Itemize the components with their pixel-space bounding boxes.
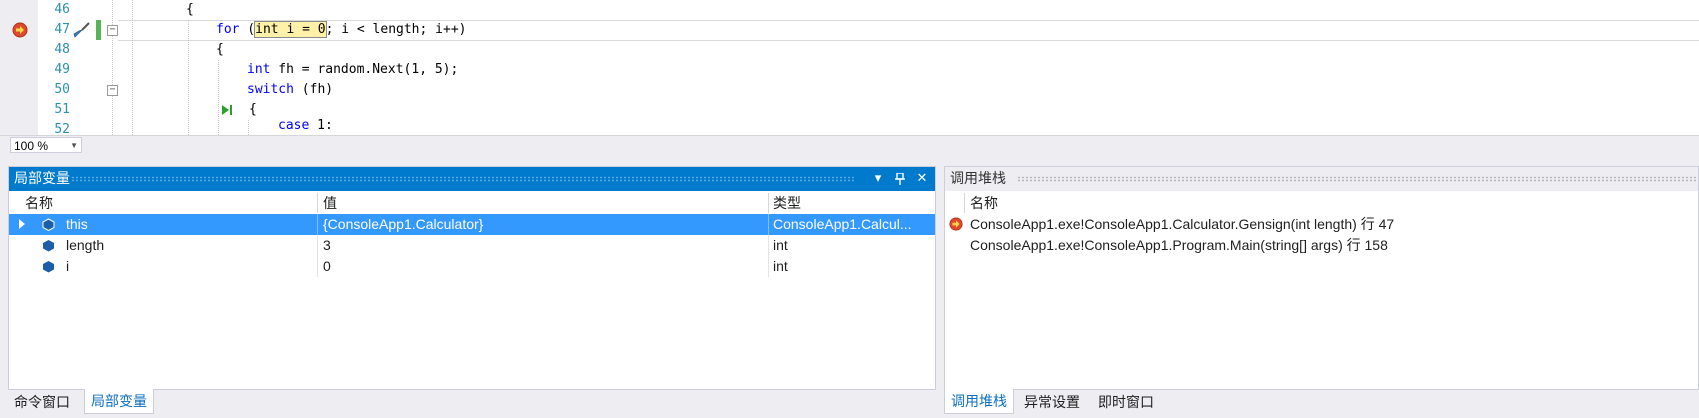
- column-header-name[interactable]: 名称: [970, 193, 998, 213]
- tab-exception-settings[interactable]: 异常设置: [1018, 390, 1086, 414]
- title-grip: [71, 176, 855, 182]
- indent-guide: [218, 60, 219, 135]
- cell-divider: [317, 256, 318, 277]
- outline-guide: [112, 96, 113, 135]
- close-icon[interactable]: ✕: [913, 167, 931, 191]
- variable-value: {ConsoleApp1.Calculator}: [323, 216, 484, 232]
- line-number: 50: [54, 82, 70, 97]
- line-number: 48: [54, 42, 70, 57]
- editor-status-bar: 100 % ▼: [0, 135, 1699, 154]
- current-statement-highlight: int i = 0: [254, 21, 327, 38]
- variable-name: i: [66, 258, 70, 274]
- frame-name: ConsoleApp1.exe!ConsoleApp1.Program.Main…: [970, 237, 1388, 253]
- variable-type: int: [773, 258, 788, 274]
- right-tab-strip: 调用堆栈 异常设置 即时窗口: [944, 389, 1699, 418]
- variable-value: 3: [323, 237, 331, 253]
- outline-guide: [112, 36, 113, 85]
- column-divider[interactable]: [964, 193, 965, 213]
- tab-immediate-window[interactable]: 即时窗口: [1092, 390, 1160, 414]
- call-stack-window[interactable]: 调用堆栈 名称 ConsoleApp1.exe!ConsoleApp1.Calc…: [944, 166, 1699, 390]
- code-editor[interactable]: 46 47 48 49 50 51 52 − − { for (int i = …: [0, 0, 1699, 135]
- cell-divider: [317, 235, 318, 256]
- line-number-gutter: 46 47 48 49 50 51 52: [38, 0, 118, 135]
- current-statement-arrow-icon: [12, 22, 28, 38]
- pane-title: 调用堆栈: [950, 171, 1006, 187]
- line-number: 46: [54, 2, 70, 17]
- column-divider[interactable]: [317, 193, 318, 213]
- column-header-name[interactable]: 名称: [25, 193, 53, 213]
- cell-divider: [768, 235, 769, 256]
- column-header-value[interactable]: 值: [323, 193, 337, 213]
- code-line[interactable]: switch (fh): [247, 80, 333, 100]
- zoom-value: 100 %: [14, 139, 49, 153]
- code-line[interactable]: int fh = random.Next(1, 5);: [247, 60, 458, 80]
- frame-name: ConsoleApp1.exe!ConsoleApp1.Calculator.G…: [970, 216, 1395, 232]
- call-stack-frame[interactable]: ConsoleApp1.exe!ConsoleApp1.Calculator.G…: [945, 214, 1698, 235]
- code-text: 1:: [309, 118, 333, 133]
- variable-type: int: [773, 237, 788, 253]
- line-number: 47: [54, 22, 70, 37]
- line-number: 51: [54, 102, 70, 117]
- code-text: fh = random.Next(1, 5);: [270, 62, 459, 77]
- cell-divider: [768, 256, 769, 277]
- expand-arrow-icon[interactable]: [19, 219, 25, 229]
- keyword: case: [278, 118, 310, 133]
- variable-name: length: [66, 237, 105, 253]
- change-tracking-bar: [96, 20, 101, 40]
- collapse-toggle[interactable]: −: [107, 85, 118, 96]
- line-number: 52: [54, 122, 70, 135]
- code-line[interactable]: {: [216, 40, 224, 60]
- collapse-toggle[interactable]: −: [107, 25, 118, 36]
- keyword: int: [247, 62, 271, 77]
- variable-icon: [43, 261, 54, 273]
- breakpoint-margin[interactable]: [0, 0, 39, 135]
- code-line[interactable]: {: [186, 0, 194, 20]
- column-divider[interactable]: [768, 193, 769, 213]
- tab-command-window[interactable]: 命令窗口: [8, 390, 76, 414]
- cell-divider: [317, 214, 318, 235]
- keyword: for: [216, 22, 240, 37]
- keyword: switch: [247, 82, 294, 97]
- window-options-dropdown-icon[interactable]: ▾: [869, 167, 887, 191]
- locals-title-bar[interactable]: 局部变量 ▾ ✕: [9, 167, 935, 191]
- indent-guide: [132, 0, 133, 135]
- call-stack-title-bar[interactable]: 调用堆栈: [945, 167, 1698, 191]
- line-number: 49: [54, 62, 70, 77]
- title-grip: [1017, 176, 1698, 182]
- variable-icon: [43, 240, 54, 252]
- table-row[interactable]: this {ConsoleApp1.Calculator} ConsoleApp…: [9, 214, 935, 235]
- variable-value: 0: [323, 258, 331, 274]
- table-row[interactable]: i 0 int: [9, 256, 935, 277]
- current-frame-arrow-icon: [949, 217, 963, 231]
- code-text: (: [239, 22, 256, 37]
- chevron-down-icon: ▼: [70, 141, 78, 150]
- tab-locals[interactable]: 局部变量: [84, 389, 154, 414]
- object-variable-icon: [42, 218, 55, 231]
- code-line[interactable]: {: [249, 100, 257, 120]
- column-header-type[interactable]: 类型: [773, 193, 801, 213]
- quick-actions-brush-icon[interactable]: [73, 22, 91, 38]
- code-line[interactable]: for (int i = 0; i < length; i++): [216, 20, 466, 40]
- call-stack-frame[interactable]: ConsoleApp1.exe!ConsoleApp1.Program.Main…: [945, 235, 1698, 256]
- code-text: (fh): [293, 82, 334, 97]
- pane-title: 局部变量: [14, 171, 70, 187]
- outline-guide: [112, 0, 113, 25]
- cell-divider: [768, 214, 769, 235]
- locals-window[interactable]: 局部变量 ▾ ✕ 名称 值 类型 this {ConsoleApp1.Calcu…: [8, 166, 936, 390]
- code-line[interactable]: case 1:: [278, 116, 333, 135]
- pin-icon[interactable]: [891, 167, 909, 191]
- left-tab-strip: 命令窗口 局部变量: [8, 389, 936, 418]
- indent-guide: [248, 120, 249, 135]
- tab-call-stack[interactable]: 调用堆栈: [944, 389, 1014, 414]
- variable-name: this: [66, 216, 88, 232]
- table-row[interactable]: length 3 int: [9, 235, 935, 256]
- run-to-click-icon[interactable]: [221, 104, 233, 116]
- variable-type: ConsoleApp1.Calcul...: [773, 216, 912, 232]
- zoom-dropdown[interactable]: 100 % ▼: [10, 137, 82, 153]
- indent-guide: [188, 20, 189, 135]
- code-text: ; i < length; i++): [325, 22, 467, 37]
